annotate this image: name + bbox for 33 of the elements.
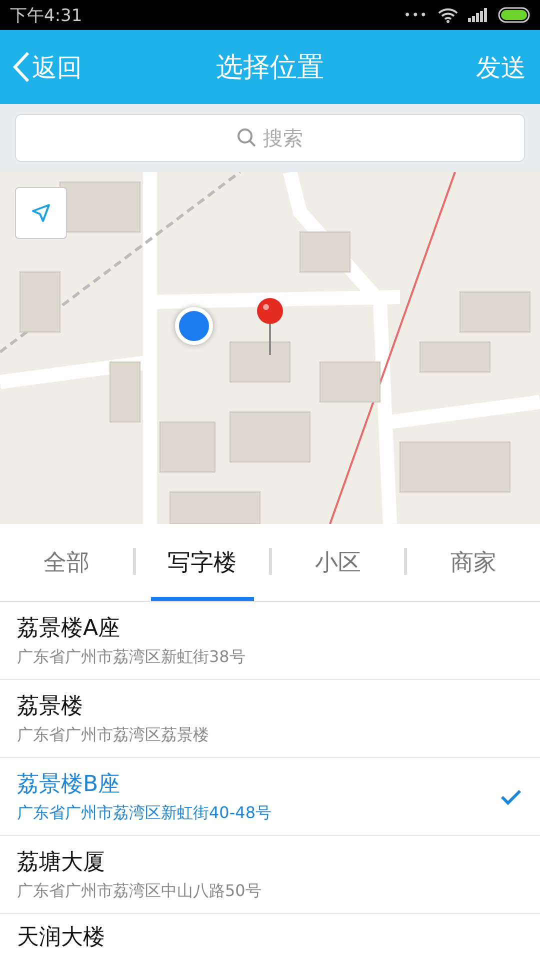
locate-button[interactable] [15,187,67,239]
place-address: 广东省广州市荔湾区荔景楼 [17,725,209,746]
battery-icon [498,7,532,23]
place-item[interactable]: 荔景楼 广东省广州市荔湾区荔景楼 [0,680,540,758]
place-address: 广东省广州市荔湾区新虹街38号 [17,647,246,668]
search-field[interactable]: 搜索 [15,114,525,162]
place-name: 荔塘大厦 [17,849,106,877]
map-pin-icon [256,297,284,355]
back-button[interactable]: 返回 [12,50,82,84]
place-name: 荔景楼B座 [17,771,122,799]
category-tab[interactable]: 写字楼 [150,524,254,601]
place-address: 广东省广州市荔湾区中山八路50号 [17,881,262,902]
page-title: 选择位置 [216,51,324,85]
status-dots: ••• [404,8,428,22]
signal-icon [468,8,488,22]
navigation-arrow-icon [29,201,53,225]
place-item[interactable]: 荔景楼A座 广东省广州市荔湾区新虹街38号 [0,602,540,680]
category-tab[interactable]: 商家 [422,524,525,601]
place-address: 广东省广州市荔湾区新虹街40-48号 [17,803,272,824]
map-drawing[interactable] [0,172,540,524]
search-icon [237,128,257,148]
send-button[interactable]: 发送 [476,50,526,84]
place-item[interactable]: 荔景楼B座 广东省广州市荔湾区新虹街40-48号 [0,758,540,836]
place-name: 荔景楼A座 [17,615,122,643]
wifi-icon [438,7,458,23]
chevron-left-icon [12,51,30,83]
status-time: 下午4:31 [10,4,82,26]
place-name: 荔景楼 [17,693,84,721]
checkmark-icon [500,788,522,804]
place-name[interactable]: 天润大楼 [17,925,105,950]
category-tab[interactable]: 全部 [15,524,118,601]
place-item[interactable]: 荔塘大厦 广东省广州市荔湾区中山八路50号 [0,836,540,914]
category-tab[interactable]: 小区 [286,524,390,601]
